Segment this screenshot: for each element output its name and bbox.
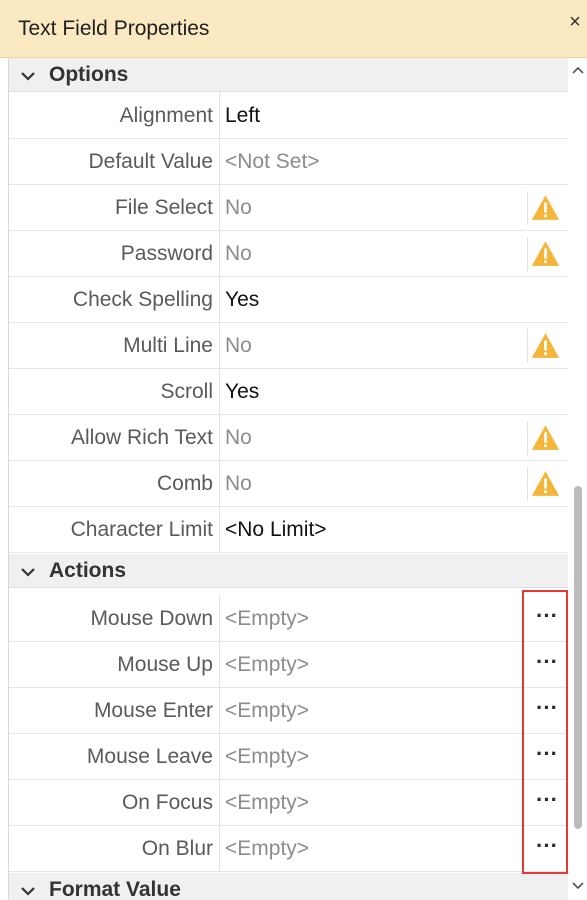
- column-divider: [219, 369, 220, 415]
- column-divider: [219, 139, 220, 185]
- property-row-file-select[interactable]: File Select No: [9, 185, 568, 231]
- property-value[interactable]: No: [225, 185, 252, 231]
- column-divider: [219, 93, 220, 139]
- action-name: On Blur: [141, 837, 213, 860]
- property-row-character-limit[interactable]: Character Limit <No Limit>: [9, 507, 568, 553]
- property-row-alignment[interactable]: Alignment Left: [9, 93, 568, 139]
- close-icon[interactable]: ×: [563, 10, 587, 36]
- action-value[interactable]: <Empty>: [225, 642, 309, 688]
- ellipsis-button[interactable]: ···: [527, 642, 567, 688]
- action-row-mouse-enter[interactable]: Mouse Enter <Empty> ···: [9, 688, 568, 734]
- action-value[interactable]: <Empty>: [225, 688, 309, 734]
- warning-icon: [527, 467, 560, 501]
- property-value[interactable]: No: [225, 323, 252, 369]
- action-name: Mouse Leave: [86, 745, 213, 768]
- action-value[interactable]: <Empty>: [225, 826, 309, 872]
- section-header-format-value[interactable]: Format Value: [9, 873, 568, 900]
- ellipsis-button[interactable]: ···: [527, 826, 567, 872]
- property-name: Check Spelling: [72, 288, 213, 311]
- property-value[interactable]: Left: [225, 93, 260, 139]
- column-divider: [219, 323, 220, 369]
- action-row-mouse-leave[interactable]: Mouse Leave <Empty> ···: [9, 734, 568, 780]
- property-value[interactable]: <No Limit>: [225, 507, 327, 553]
- section-header-actions[interactable]: Actions: [9, 554, 568, 588]
- property-row-scroll[interactable]: Scroll Yes: [9, 369, 568, 415]
- action-name: Mouse Down: [90, 607, 213, 630]
- action-row-mouse-up[interactable]: Mouse Up <Empty> ···: [9, 642, 568, 688]
- action-value[interactable]: <Empty>: [225, 734, 309, 780]
- property-row-password[interactable]: Password No: [9, 231, 568, 277]
- property-value[interactable]: Yes: [225, 277, 259, 323]
- property-name: Comb: [156, 472, 213, 495]
- action-value[interactable]: <Empty>: [225, 596, 309, 642]
- warning-icon: [527, 237, 560, 271]
- section-label: Actions: [49, 559, 127, 582]
- action-row-mouse-down[interactable]: Mouse Down <Empty> ···: [9, 596, 568, 642]
- property-name: Alignment: [119, 104, 213, 127]
- scrollbar-thumb[interactable]: [574, 486, 582, 829]
- property-name: Character Limit: [70, 518, 213, 541]
- property-name: Scroll: [160, 380, 213, 403]
- column-divider: [219, 826, 220, 872]
- chevron-down-icon: [21, 568, 35, 577]
- chevron-down-icon: [21, 72, 35, 81]
- ellipsis-button[interactable]: ···: [527, 596, 567, 642]
- property-row-comb[interactable]: Comb No: [9, 461, 568, 507]
- panel-titlebar: Text Field Properties ×: [0, 0, 587, 58]
- column-divider: [219, 231, 220, 277]
- action-row-on-blur[interactable]: On Blur <Empty> ···: [9, 826, 568, 872]
- ellipsis-button[interactable]: ···: [527, 780, 567, 826]
- property-value[interactable]: No: [225, 415, 252, 461]
- property-value[interactable]: Yes: [225, 369, 259, 415]
- ellipsis-button[interactable]: ···: [527, 688, 567, 734]
- section-header-options[interactable]: Options: [9, 58, 568, 92]
- vertical-scrollbar[interactable]: [569, 58, 587, 900]
- property-row-default-value[interactable]: Default Value <Not Set>: [9, 139, 568, 185]
- column-divider: [219, 734, 220, 780]
- scroll-up-arrow-icon[interactable]: [569, 60, 587, 80]
- column-divider: [219, 688, 220, 734]
- column-divider: [219, 780, 220, 826]
- column-divider: [219, 461, 220, 507]
- property-value[interactable]: No: [225, 461, 252, 507]
- column-divider: [219, 596, 220, 642]
- column-divider: [219, 185, 220, 231]
- property-name: Multi Line: [123, 334, 213, 357]
- section-label: Format Value: [49, 878, 181, 900]
- property-row-check-spelling[interactable]: Check Spelling Yes: [9, 277, 568, 323]
- action-value[interactable]: <Empty>: [225, 780, 309, 826]
- chevron-down-icon: [21, 887, 35, 896]
- column-divider: [219, 507, 220, 553]
- action-row-on-focus[interactable]: On Focus <Empty> ···: [9, 780, 568, 826]
- ellipsis-button[interactable]: ···: [527, 734, 567, 780]
- action-name: Mouse Enter: [93, 699, 213, 722]
- property-name: Allow Rich Text: [71, 426, 213, 449]
- warning-icon: [527, 191, 560, 225]
- property-name: File Select: [114, 196, 213, 219]
- property-value[interactable]: No: [225, 231, 252, 277]
- column-divider: [219, 277, 220, 323]
- action-name: On Focus: [121, 791, 213, 814]
- section-label: Options: [49, 63, 129, 86]
- column-divider: [219, 415, 220, 461]
- property-row-multi-line[interactable]: Multi Line No: [9, 323, 568, 369]
- scroll-down-arrow-icon[interactable]: [569, 876, 587, 896]
- property-row-allow-rich-text[interactable]: Allow Rich Text No: [9, 415, 568, 461]
- warning-icon: [527, 329, 560, 363]
- property-name: Default Value: [88, 150, 213, 173]
- panel-title: Text Field Properties: [18, 17, 210, 40]
- warning-icon: [527, 421, 560, 455]
- column-divider: [219, 642, 220, 688]
- property-value[interactable]: <Not Set>: [225, 139, 320, 185]
- property-grid: Options Alignment Left Default Value <No…: [8, 58, 568, 900]
- action-name: Mouse Up: [117, 653, 213, 676]
- text-field-properties-panel: Text Field Properties × Options Alignmen…: [0, 0, 587, 900]
- property-name: Password: [120, 242, 213, 265]
